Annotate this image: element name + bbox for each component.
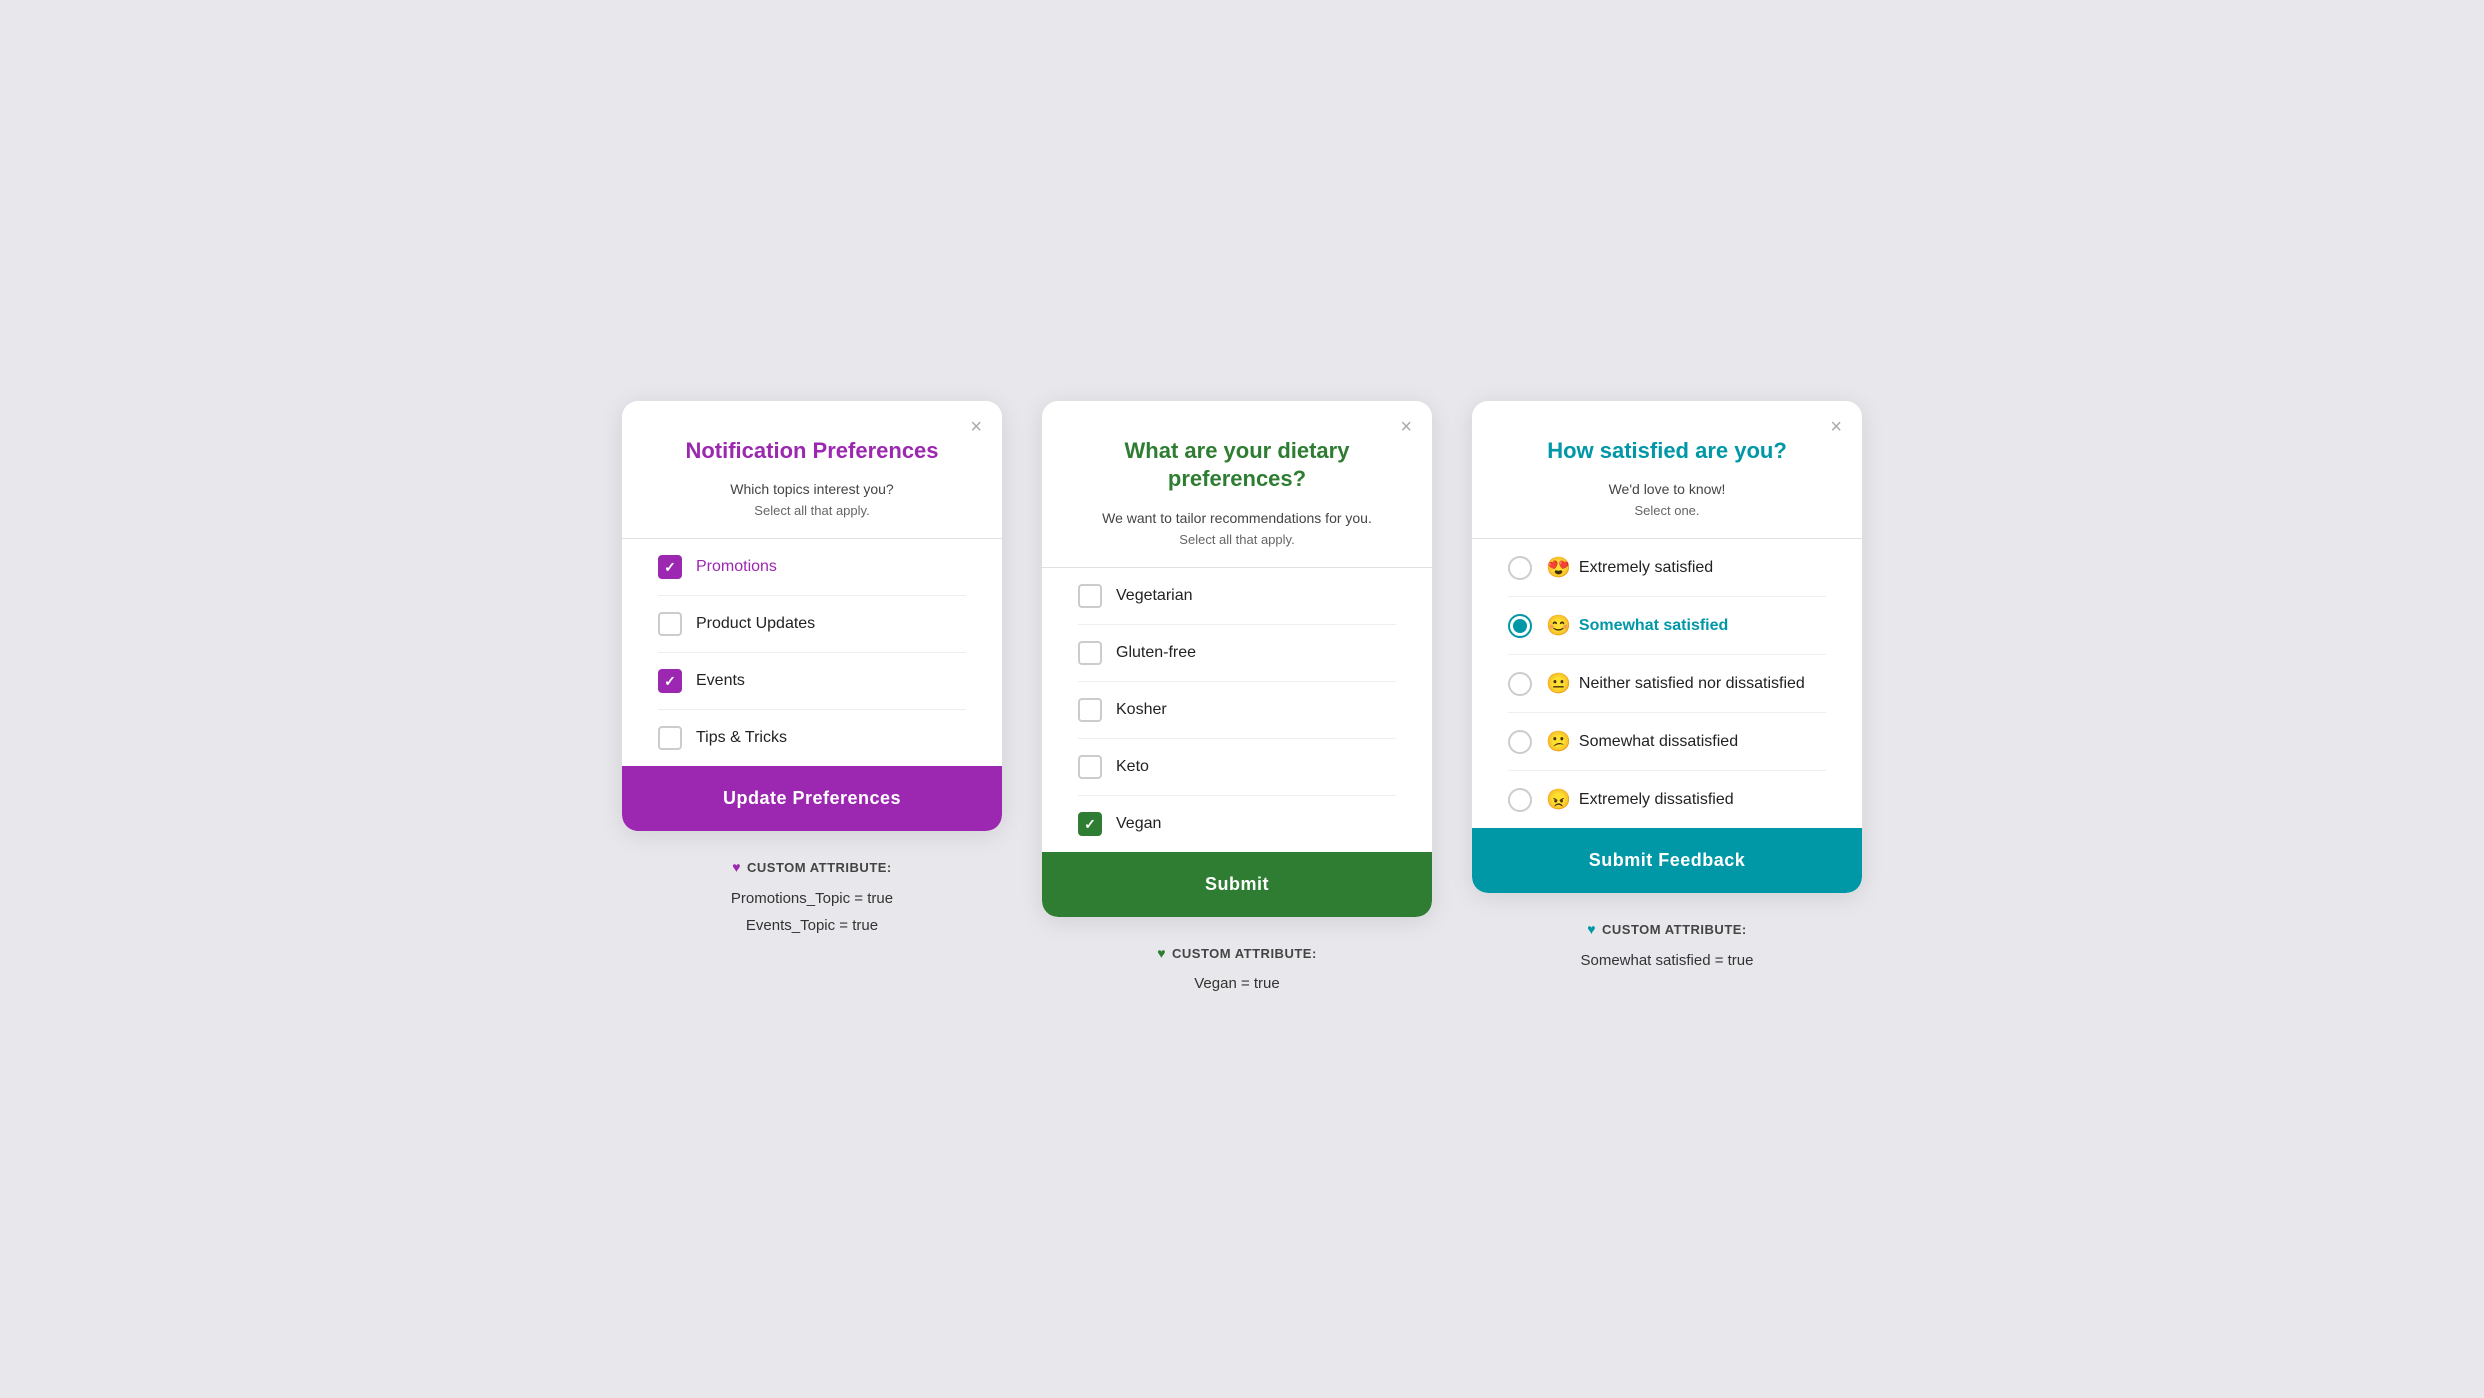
radio-extremely-dissatisfied-label: 😠 Extremely dissatisfied [1546,787,1734,812]
satisfaction-card: × How satisfied are you? We'd love to kn… [1472,401,1862,894]
checkbox-vegetarian-box [1078,584,1102,608]
dietary-attr-value-1: Vegan = true [1157,970,1317,997]
neither-emoji: 😐 [1546,671,1571,696]
radio-somewhat-satisfied[interactable]: 😊 Somewhat satisfied [1508,597,1826,655]
somewhat-dissatisfied-emoji: 😕 [1546,729,1571,754]
checkbox-promotions-box: ✓ [658,555,682,579]
dietary-close-button[interactable]: × [1400,417,1412,437]
extremely-dissatisfied-emoji: 😠 [1546,787,1571,812]
checkbox-keto[interactable]: Keto [1078,739,1396,796]
checkbox-gluten-free[interactable]: Gluten-free [1078,625,1396,682]
notification-scroll: Notification Preferences Which topics in… [622,401,1002,767]
checkbox-vegan-check: ✓ [1084,816,1096,833]
dietary-subtitle: We want to tailor recommendations for yo… [1078,510,1396,526]
satisfaction-scroll: How satisfied are you? We'd love to know… [1472,401,1862,829]
satisfaction-heart-icon: ♥ [1587,917,1596,942]
checkbox-events-label: Events [696,672,745,690]
radio-neither-label: 😐 Neither satisfied nor dissatisfied [1546,671,1805,696]
checkbox-product-updates[interactable]: Product Updates [658,596,966,653]
dietary-attr-header: ♥ CUSTOM ATTRIBUTE: [1157,941,1317,966]
notification-close-button[interactable]: × [970,417,982,437]
satisfaction-close-button[interactable]: × [1830,417,1842,437]
checkbox-events[interactable]: ✓ Events [658,653,966,710]
satisfaction-footer: Submit Feedback [1472,828,1862,893]
satisfaction-instruction: Select one. [1508,503,1826,518]
checkbox-gluten-free-label: Gluten-free [1116,644,1196,662]
checkbox-product-updates-label: Product Updates [696,615,815,633]
notification-instruction: Select all that apply. [658,503,966,518]
radio-extremely-dissatisfied[interactable]: 😠 Extremely dissatisfied [1508,771,1826,828]
radio-somewhat-satisfied-circle [1508,614,1532,638]
checkbox-vegan-box: ✓ [1078,812,1102,836]
dietary-instruction: Select all that apply. [1078,532,1396,547]
checkbox-kosher-label: Kosher [1116,701,1167,719]
checkbox-promotions-label: Promotions [696,558,777,576]
dietary-attr-header-label: CUSTOM ATTRIBUTE: [1172,942,1317,965]
notification-title: Notification Preferences [658,437,966,466]
notification-attr-value-2: Events_Topic = true [731,912,893,939]
update-preferences-button[interactable]: Update Preferences [622,766,1002,831]
radio-somewhat-satisfied-label: 😊 Somewhat satisfied [1546,613,1728,638]
dietary-submit-button[interactable]: Submit [1042,852,1432,917]
radio-extremely-satisfied-label: 😍 Extremely satisfied [1546,555,1713,580]
dietary-card: × What are your dietary preferences? We … [1042,401,1432,917]
radio-somewhat-dissatisfied-label: 😕 Somewhat dissatisfied [1546,729,1738,754]
satisfaction-card-wrapper: × How satisfied are you? We'd love to kn… [1472,401,1862,974]
notification-attr-header-label: CUSTOM ATTRIBUTE: [747,856,892,879]
checkbox-events-check: ✓ [664,673,676,690]
checkbox-tips-tricks-label: Tips & Tricks [696,729,787,747]
checkbox-kosher-box [1078,698,1102,722]
notification-card: × Notification Preferences Which topics … [622,401,1002,832]
dietary-custom-attr: ♥ CUSTOM ATTRIBUTE: Vegan = true [1157,941,1317,997]
radio-somewhat-dissatisfied-circle [1508,730,1532,754]
satisfaction-custom-attr: ♥ CUSTOM ATTRIBUTE: Somewhat satisfied =… [1580,917,1753,973]
page-container: × Notification Preferences Which topics … [542,401,1942,997]
dietary-heart-icon: ♥ [1157,941,1166,966]
notification-card-wrapper: × Notification Preferences Which topics … [622,401,1002,939]
extremely-satisfied-text: Extremely satisfied [1579,559,1713,577]
notification-attr-header: ♥ CUSTOM ATTRIBUTE: [731,855,893,880]
checkbox-kosher[interactable]: Kosher [1078,682,1396,739]
dietary-scroll: What are your dietary preferences? We wa… [1042,401,1432,852]
checkbox-vegetarian-label: Vegetarian [1116,587,1193,605]
radio-neither-circle [1508,672,1532,696]
satisfaction-title: How satisfied are you? [1508,437,1826,466]
checkbox-promotions[interactable]: ✓ Promotions [658,539,966,596]
satisfaction-attr-header: ♥ CUSTOM ATTRIBUTE: [1580,917,1753,942]
checkbox-product-updates-box [658,612,682,636]
neither-text: Neither satisfied nor dissatisfied [1579,675,1805,693]
checkbox-gluten-free-box [1078,641,1102,665]
somewhat-satisfied-emoji: 😊 [1546,613,1571,638]
checkbox-tips-tricks-box [658,726,682,750]
extremely-satisfied-emoji: 😍 [1546,555,1571,580]
satisfaction-attr-value-1: Somewhat satisfied = true [1580,947,1753,974]
checkbox-keto-label: Keto [1116,758,1149,776]
checkbox-vegan[interactable]: ✓ Vegan [1078,796,1396,852]
dietary-footer: Submit [1042,852,1432,917]
radio-somewhat-dissatisfied[interactable]: 😕 Somewhat dissatisfied [1508,713,1826,771]
radio-extremely-satisfied[interactable]: 😍 Extremely satisfied [1508,539,1826,597]
notification-heart-icon: ♥ [732,855,741,880]
submit-feedback-button[interactable]: Submit Feedback [1472,828,1862,893]
checkbox-events-box: ✓ [658,669,682,693]
radio-neither[interactable]: 😐 Neither satisfied nor dissatisfied [1508,655,1826,713]
somewhat-satisfied-text: Somewhat satisfied [1579,617,1728,635]
notification-custom-attr: ♥ CUSTOM ATTRIBUTE: Promotions_Topic = t… [731,855,893,938]
checkbox-promotions-check: ✓ [664,559,676,576]
dietary-card-wrapper: × What are your dietary preferences? We … [1042,401,1432,997]
notification-footer: Update Preferences [622,766,1002,831]
checkbox-vegetarian[interactable]: Vegetarian [1078,568,1396,625]
checkbox-vegan-label: Vegan [1116,815,1161,833]
checkbox-tips-tricks[interactable]: Tips & Tricks [658,710,966,766]
satisfaction-subtitle: We'd love to know! [1508,481,1826,497]
radio-extremely-dissatisfied-circle [1508,788,1532,812]
dietary-title: What are your dietary preferences? [1078,437,1396,494]
extremely-dissatisfied-text: Extremely dissatisfied [1579,791,1734,809]
radio-extremely-satisfied-circle [1508,556,1532,580]
satisfaction-attr-header-label: CUSTOM ATTRIBUTE: [1602,918,1747,941]
checkbox-keto-box [1078,755,1102,779]
somewhat-dissatisfied-text: Somewhat dissatisfied [1579,733,1738,751]
notification-attr-value-1: Promotions_Topic = true [731,885,893,912]
notification-subtitle: Which topics interest you? [658,481,966,497]
